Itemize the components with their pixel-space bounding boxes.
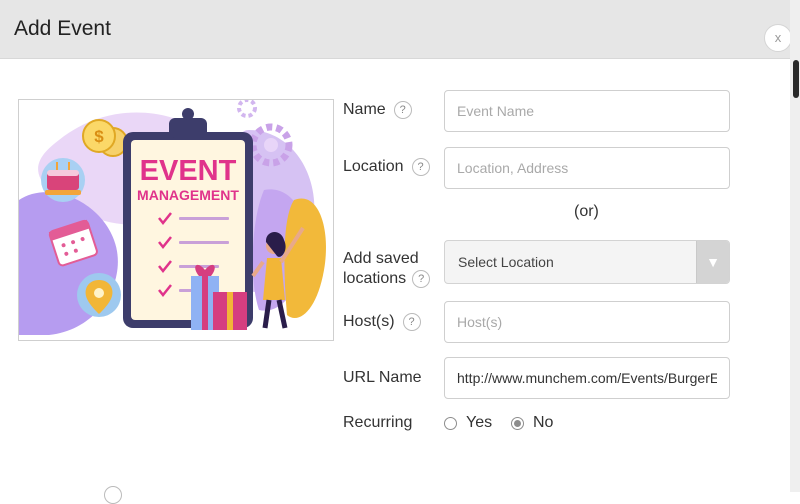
location-pin-icon bbox=[94, 288, 104, 298]
gear-icon bbox=[264, 138, 278, 152]
recurring-yes-radio[interactable] bbox=[444, 417, 457, 430]
management-heading: MANAGEMENT bbox=[137, 187, 239, 203]
url-name-label: URL Name bbox=[343, 369, 422, 386]
help-icon[interactable]: ? bbox=[402, 313, 421, 331]
hosts-input[interactable] bbox=[444, 301, 730, 343]
illustration-svg: $ EVENT MANAGEMENT bbox=[19, 100, 326, 335]
background-blob bbox=[284, 198, 326, 318]
recurring-yes-label[interactable]: Yes bbox=[466, 414, 492, 432]
url-name-input[interactable] bbox=[444, 357, 730, 399]
gear-icon bbox=[237, 100, 257, 118]
cake-icon bbox=[45, 190, 81, 195]
location-input[interactable] bbox=[444, 147, 730, 189]
clipboard-clip bbox=[169, 118, 207, 138]
help-icon[interactable]: ? bbox=[412, 270, 431, 288]
close-button[interactable]: x bbox=[764, 24, 792, 52]
hosts-label: Host(s)? bbox=[343, 313, 421, 331]
cake-icon bbox=[47, 170, 79, 176]
location-label: Location? bbox=[343, 158, 430, 176]
or-separator: (or) bbox=[574, 203, 599, 220]
chevron-down-icon[interactable]: ▼ bbox=[696, 241, 729, 283]
help-icon[interactable]: ? bbox=[393, 101, 412, 119]
help-icon[interactable]: ? bbox=[411, 158, 430, 176]
recurring-label: Recurring bbox=[343, 414, 413, 431]
gift-ribbon bbox=[227, 292, 233, 330]
help-icon bbox=[104, 486, 122, 504]
close-icon: x bbox=[774, 30, 782, 45]
scrollbar-thumb[interactable] bbox=[793, 60, 799, 98]
dialog-header: Add Event bbox=[0, 0, 790, 59]
event-name-input[interactable] bbox=[444, 90, 730, 132]
saved-location-select[interactable]: Select Location ▼ bbox=[444, 240, 730, 284]
event-management-illustration: $ EVENT MANAGEMENT bbox=[18, 99, 334, 341]
dollar-icon: $ bbox=[94, 127, 104, 146]
select-value: Select Location bbox=[458, 254, 554, 270]
saved-locations-label-line2: locations? bbox=[343, 270, 431, 288]
event-heading: EVENT bbox=[140, 155, 237, 187]
gift-ribbon bbox=[202, 276, 208, 330]
name-label: Name? bbox=[343, 101, 412, 119]
recurring-no-label[interactable]: No bbox=[533, 414, 553, 432]
saved-locations-label-line1: Add saved bbox=[343, 250, 419, 267]
clipboard-clip bbox=[182, 108, 194, 120]
recurring-no-radio[interactable] bbox=[511, 417, 524, 430]
dialog-title: Add Event bbox=[14, 17, 111, 40]
